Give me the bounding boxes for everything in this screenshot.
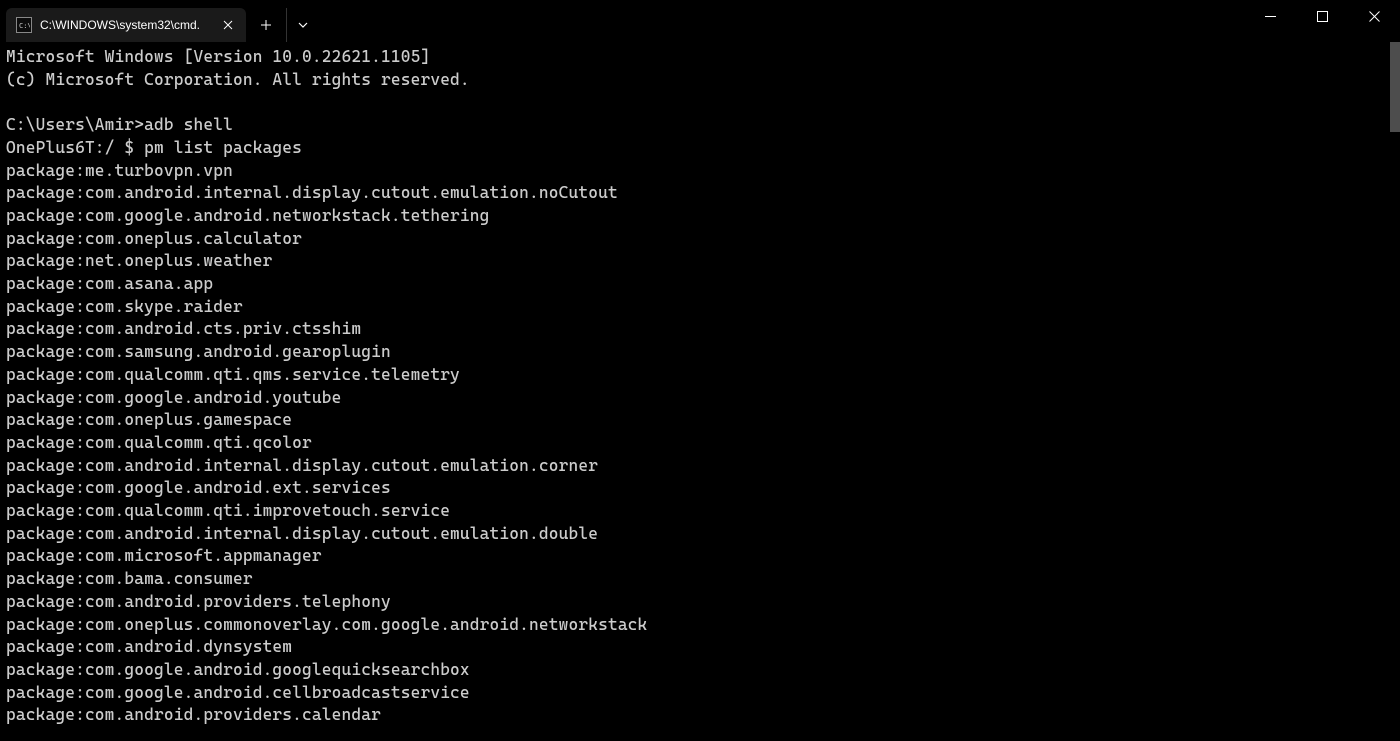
- tabs-area: C:\ C:\WINDOWS\system32\cmd.: [0, 0, 318, 42]
- title-bar: C:\ C:\WINDOWS\system32\cmd.: [0, 0, 1400, 42]
- scrollbar-thumb[interactable]: [1390, 42, 1400, 132]
- svg-text:C:\: C:\: [19, 22, 30, 30]
- new-tab-button[interactable]: [248, 8, 284, 42]
- tab-dropdown-button[interactable]: [286, 8, 318, 42]
- terminal-output[interactable]: Microsoft Windows [Version 10.0.22621.11…: [0, 42, 1400, 731]
- maximize-button[interactable]: [1296, 0, 1348, 32]
- tab-cmd[interactable]: C:\ C:\WINDOWS\system32\cmd.: [6, 8, 246, 42]
- close-window-button[interactable]: [1348, 0, 1400, 32]
- window-controls: [1244, 0, 1400, 32]
- cmd-icon: C:\: [16, 17, 32, 33]
- tab-close-button[interactable]: [218, 15, 238, 35]
- minimize-button[interactable]: [1244, 0, 1296, 32]
- tab-title: C:\WINDOWS\system32\cmd.: [40, 18, 210, 32]
